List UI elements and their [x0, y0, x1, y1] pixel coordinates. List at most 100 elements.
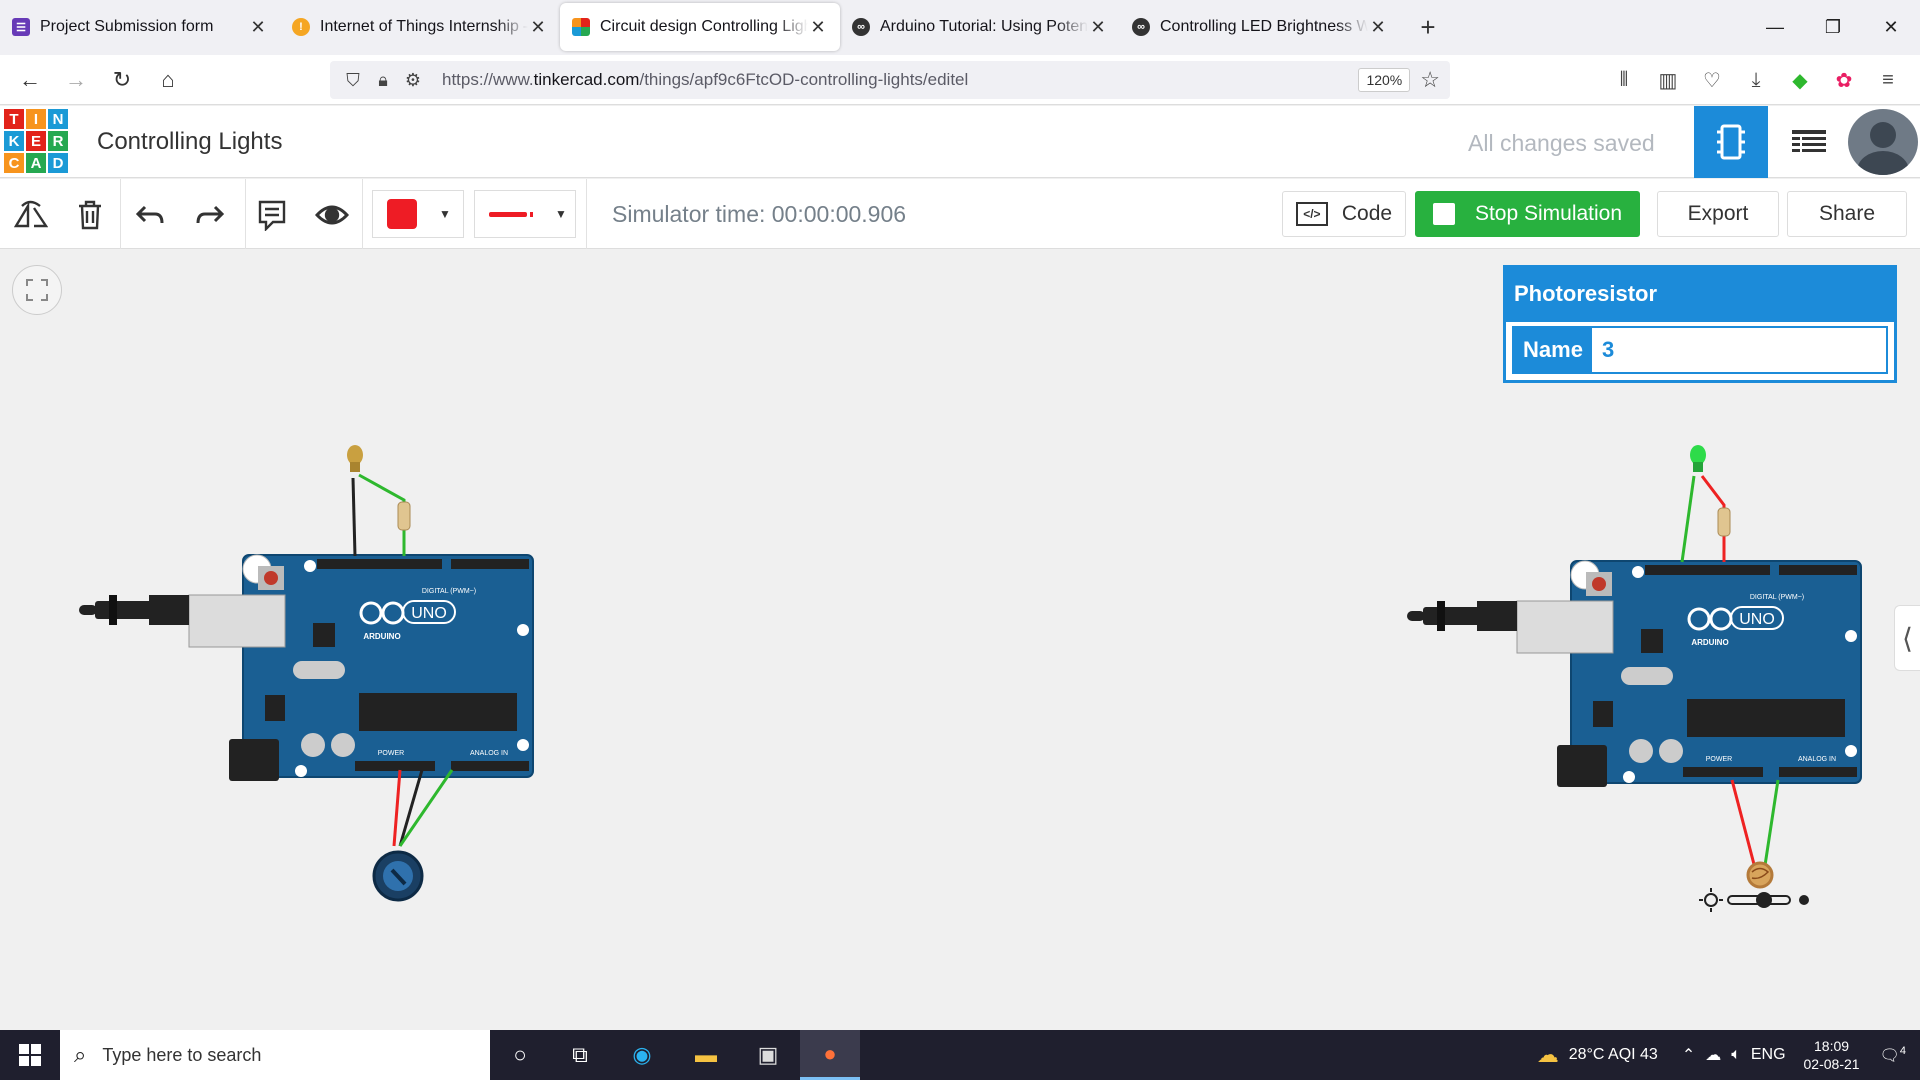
name-field: Name 3 — [1512, 326, 1888, 374]
task-view-icon[interactable]: ⧉ — [550, 1030, 610, 1080]
forms-icon: ☰ — [12, 18, 30, 36]
export-button[interactable]: Export — [1657, 191, 1779, 237]
window-controls: — ❐ ✕ — [1746, 0, 1920, 54]
pocket-icon[interactable]: ♡ — [1690, 68, 1734, 93]
delete-button[interactable] — [70, 195, 110, 235]
site-icon: ! — [292, 18, 310, 36]
project-title[interactable]: Controlling Lights — [97, 128, 282, 156]
toolbar-divider — [245, 179, 246, 249]
wire-green-ldr — [1762, 779, 1780, 873]
stop-label: Stop Simulation — [1474, 202, 1623, 225]
taskbar-search[interactable]: ⌕ Type here to search — [60, 1030, 490, 1080]
minimize-icon[interactable]: — — [1746, 0, 1804, 54]
expand-panel-button[interactable]: ⟨ — [1894, 605, 1920, 671]
logo-tile: R — [48, 131, 68, 151]
wire-style-picker[interactable]: ▼ — [474, 190, 576, 238]
circuit-view-button[interactable] — [1694, 106, 1768, 178]
close-icon[interactable]: ✕ — [248, 17, 268, 38]
export-label: Export — [1687, 202, 1749, 225]
search-icon: ⌕ — [74, 1042, 87, 1067]
notes-button[interactable] — [252, 195, 292, 235]
windows-icon — [19, 1044, 41, 1066]
close-window-icon[interactable]: ✕ — [1862, 0, 1920, 54]
store-icon[interactable]: ▣ — [738, 1030, 798, 1080]
clock-date: 02-08-21 — [1803, 1056, 1860, 1072]
code-label: Code — [1341, 202, 1393, 225]
edge-icon[interactable]: ◉ — [612, 1030, 672, 1080]
tab-project-submission[interactable]: ☰ Project Submission form ✕ — [0, 3, 280, 51]
system-tray: ☁ 28°C AQI 43 ⌃ ☁ 🔈︎ ENG 18:09 02-08-21 … — [1537, 1030, 1920, 1080]
reload-icon[interactable]: ↻ — [100, 62, 144, 98]
visibility-button[interactable] — [312, 195, 352, 235]
redo-button[interactable] — [190, 195, 230, 235]
volume-icon[interactable]: 🔈︎ — [1731, 1046, 1741, 1064]
name-label: Name — [1514, 328, 1592, 372]
tinkercad-logo[interactable]: TIN KER CAD — [4, 109, 68, 175]
wire-red-ldr — [1730, 779, 1758, 873]
clock-time: 18:09 — [1814, 1038, 1850, 1054]
library-icon[interactable]: ⫴ — [1602, 69, 1646, 92]
wire-black-led — [351, 477, 357, 557]
weather-text[interactable]: 28°C AQI 43 — [1569, 1046, 1658, 1064]
lock-icon[interactable]: 🔒︎ — [368, 70, 398, 91]
close-icon[interactable]: ✕ — [1368, 17, 1388, 38]
url-bar[interactable]: ⛉ 🔒︎ ⚙ https://www.tinkercad.com/things/… — [330, 61, 1450, 99]
onedrive-icon[interactable]: ☁ — [1705, 1045, 1721, 1065]
inspector-title: Photoresistor — [1506, 268, 1894, 322]
tinkercad-icon — [572, 18, 590, 36]
photoresistor — [1746, 861, 1774, 889]
stop-simulation-button[interactable]: Stop Simulation — [1415, 191, 1640, 237]
close-icon[interactable]: ✕ — [1088, 17, 1108, 38]
tab-led-brightness[interactable]: ∞ Controlling LED Brightness With ✕ — [1120, 3, 1400, 51]
code-button[interactable]: </> Code — [1282, 191, 1406, 237]
new-tab-button[interactable]: + — [1408, 7, 1448, 47]
component-list-button[interactable] — [1772, 106, 1846, 178]
permissions-icon[interactable]: ⚙ — [398, 70, 428, 91]
close-icon[interactable]: ✕ — [528, 17, 548, 38]
extension-icon[interactable]: ◆ — [1778, 68, 1822, 93]
wire-red-pot — [392, 769, 402, 847]
color-extension-icon[interactable]: ✿ — [1822, 68, 1866, 93]
wire-green-led-right — [1680, 475, 1696, 563]
home-icon[interactable]: ⌂ — [146, 62, 190, 98]
url-text[interactable]: https://www.tinkercad.com/things/apf9c6F… — [442, 70, 1358, 90]
cortana-icon[interactable]: ○ — [490, 1030, 550, 1080]
tab-title: Internet of Things Internship – — [320, 18, 528, 35]
bookmark-star-icon[interactable]: ☆ — [1420, 67, 1440, 93]
zoom-level[interactable]: 120% — [1358, 68, 1411, 92]
rotate-button[interactable] — [10, 195, 50, 235]
name-input[interactable]: 3 — [1592, 328, 1886, 372]
undo-button[interactable] — [130, 195, 170, 235]
arduino-uno-right — [1407, 559, 1863, 789]
arduino-uno-left — [79, 553, 535, 783]
close-icon[interactable]: ✕ — [808, 17, 828, 38]
share-button[interactable]: Share — [1787, 191, 1907, 237]
forward-icon[interactable]: → — [54, 62, 98, 98]
user-avatar[interactable] — [1848, 109, 1918, 175]
download-icon[interactable]: ⤓ — [1734, 69, 1778, 92]
color-picker[interactable]: ▼ — [372, 190, 464, 238]
restore-icon[interactable]: ❐ — [1804, 0, 1862, 54]
shield-icon[interactable]: ⛉ — [338, 70, 368, 91]
weather-icon[interactable]: ☁ — [1537, 1042, 1559, 1068]
redo-icon — [196, 205, 225, 224]
menu-icon[interactable]: ≡ — [1866, 69, 1910, 92]
chevron-up-icon[interactable]: ⌃ — [1682, 1045, 1695, 1065]
firefox-icon[interactable]: ● — [800, 1030, 860, 1080]
resistor-left — [397, 501, 411, 531]
trash-icon — [79, 200, 101, 230]
sidebar-icon[interactable]: ▥ — [1646, 68, 1690, 93]
wire-black-pot — [398, 769, 424, 847]
language-indicator[interactable]: ENG — [1751, 1046, 1786, 1064]
tab-arduino-tutorial[interactable]: ∞ Arduino Tutorial: Using Potentio ✕ — [840, 3, 1120, 51]
save-status: All changes saved — [1468, 130, 1655, 156]
tab-iot-internship[interactable]: ! Internet of Things Internship – ✕ — [280, 3, 560, 51]
file-explorer-icon[interactable]: ▬ — [676, 1030, 736, 1080]
back-icon[interactable]: ← — [8, 62, 52, 98]
circuit-canvas[interactable]: UNO ARDUINO DIGITAL (PWM~) POWER ANALOG … — [0, 250, 1920, 1030]
notifications-icon[interactable]: 🗨︎4 — [1880, 1045, 1906, 1065]
start-button[interactable] — [0, 1030, 60, 1080]
component-inspector: Photoresistor Name 3 — [1503, 265, 1897, 383]
tab-circuit-design[interactable]: Circuit design Controlling Lights ✕ — [560, 3, 840, 51]
clock[interactable]: 18:09 02-08-21 — [1804, 1037, 1860, 1073]
